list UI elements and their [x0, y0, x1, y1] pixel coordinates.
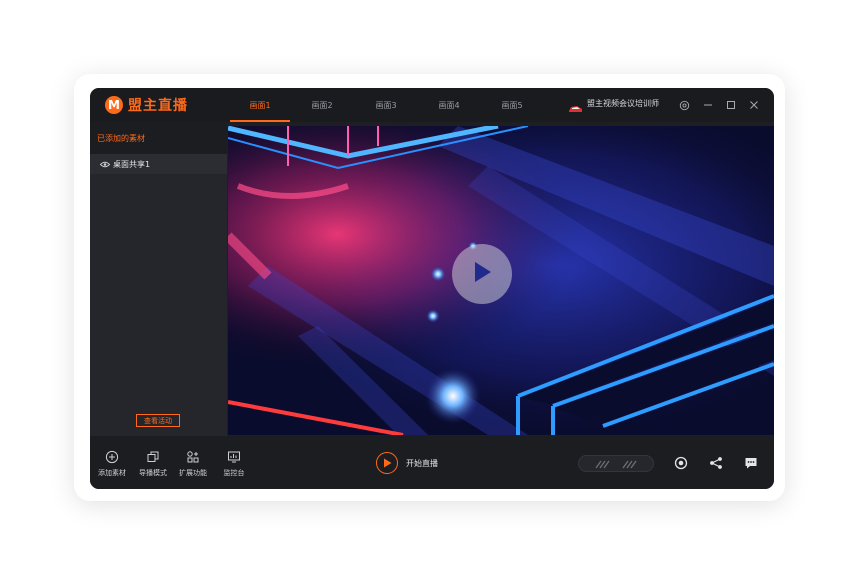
apps-icon: [186, 450, 200, 464]
sidebar-header: 已添加的素材: [90, 122, 227, 154]
extensions-button[interactable]: 扩展功能: [173, 450, 213, 478]
app-logo: M 盟主直播: [105, 95, 188, 115]
plus-circle-icon: [105, 450, 119, 464]
director-mode-label: 导播模式: [139, 469, 167, 477]
extensions-label: 扩展功能: [179, 469, 207, 477]
tab-scene-2[interactable]: 画面2: [290, 88, 354, 122]
network-status-indicator: [578, 455, 654, 472]
tab-scene-1[interactable]: 画面1: [228, 88, 292, 122]
logo-text: 盟主直播: [128, 98, 188, 114]
minimize-icon[interactable]: [699, 96, 717, 114]
play-icon: [471, 260, 493, 288]
add-material-label: 添加素材: [98, 469, 126, 477]
title-bar: M 盟主直播 画面1 画面2 画面3 画面4 画面5 盟主视频会议培训师: [90, 88, 774, 122]
share-icon[interactable]: [707, 454, 725, 472]
layers-icon: [146, 450, 160, 464]
tab-scene-4[interactable]: 画面4: [417, 88, 481, 122]
download-signal-icon: [621, 454, 638, 473]
chat-icon[interactable]: [742, 454, 760, 472]
brand-label: 盟主视频会议培训师: [587, 99, 659, 108]
car-icon: [568, 99, 583, 112]
bottom-toolbar: 添加素材 导播模式 扩展功能 监控台 开始直播: [90, 436, 774, 489]
view-activity-button[interactable]: 查看活动: [136, 414, 180, 427]
list-item-label: 桌面共享1: [113, 159, 151, 169]
eye-icon[interactable]: [100, 161, 110, 168]
monitor-label: 监控台: [223, 469, 245, 477]
play-button[interactable]: [452, 244, 512, 304]
start-live-button[interactable]: 开始直播: [376, 452, 438, 474]
close-icon[interactable]: [745, 96, 763, 114]
material-sidebar: 已添加的素材 桌面共享1 查看活动: [90, 122, 227, 436]
record-icon[interactable]: [672, 454, 690, 472]
tab-scene-5[interactable]: 画面5: [480, 88, 544, 122]
monitor-icon: [227, 450, 241, 464]
app-window: M 盟主直播 画面1 画面2 画面3 画面4 画面5 盟主视频会议培训师 已添加…: [90, 88, 774, 489]
add-material-button[interactable]: 添加素材: [92, 450, 132, 478]
upload-signal-icon: [594, 454, 611, 473]
tab-scene-3[interactable]: 画面3: [354, 88, 418, 122]
director-mode-button[interactable]: 导播模式: [133, 450, 173, 478]
brand-link[interactable]: 盟主视频会议培训师: [568, 98, 659, 112]
maximize-icon[interactable]: [722, 96, 740, 114]
settings-icon[interactable]: [675, 96, 693, 114]
monitor-button[interactable]: 监控台: [214, 450, 254, 478]
logo-mark-icon: M: [105, 96, 123, 114]
start-live-label: 开始直播: [406, 458, 438, 468]
video-preview[interactable]: [228, 126, 774, 435]
play-circle-icon: [376, 452, 398, 474]
list-item[interactable]: 桌面共享1: [90, 154, 227, 174]
